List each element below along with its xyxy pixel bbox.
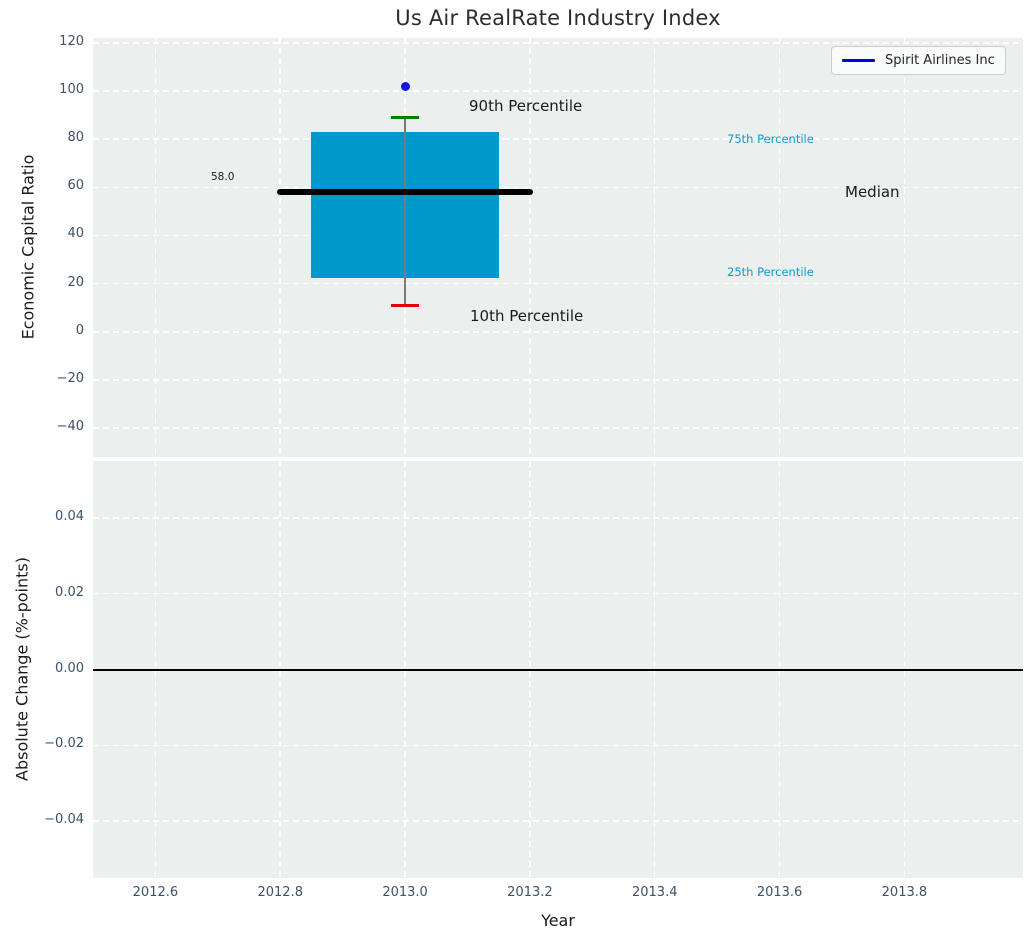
figure: Us Air RealRate Industry Index Economic …	[0, 0, 1034, 942]
h-gridline	[93, 517, 1023, 519]
h-gridline	[93, 138, 1023, 140]
h-gridline	[93, 234, 1023, 237]
p10-cap	[391, 303, 419, 307]
y-tick-label: −0.04	[44, 812, 84, 828]
annotation-75th-percentile: 75th Percentile	[727, 132, 814, 146]
y-tick-label: 100	[59, 81, 84, 97]
y-tick-label: 0.00	[55, 660, 84, 676]
v-gridline	[903, 38, 906, 457]
h-gridline	[93, 282, 1023, 285]
x-tick-label: 2013.6	[756, 885, 803, 900]
bottom-axes	[93, 461, 1023, 878]
v-gridline	[154, 38, 157, 457]
median-line	[277, 189, 534, 196]
x-tick-label: 2013.2	[507, 885, 553, 900]
y-tick-label: 0.04	[55, 508, 84, 524]
h-gridline	[93, 42, 1023, 44]
legend-label: Spirit Airlines Inc	[885, 53, 995, 68]
x-tick-label: 2013.4	[631, 885, 678, 900]
y-tick-label: 0	[75, 322, 84, 338]
y-tick-label: 60	[67, 178, 84, 194]
zero-line	[93, 668, 1023, 671]
x-tick-label: 2013.0	[382, 885, 428, 900]
h-gridline	[93, 592, 1023, 595]
annotation-median: Median	[845, 183, 900, 201]
chart-title: Us Air RealRate Industry Index	[395, 6, 721, 30]
v-gridline	[279, 38, 281, 457]
y-tick-label: 80	[67, 130, 84, 146]
annotation-10th-percentile: 10th Percentile	[470, 307, 584, 325]
company-point	[400, 81, 410, 91]
h-gridline	[93, 90, 1023, 92]
h-gridline	[93, 331, 1023, 333]
y-tick-label: −0.02	[44, 736, 84, 752]
y-tick-label: 120	[59, 33, 84, 49]
y-tick-label: 40	[67, 226, 84, 242]
annotation-25th-percentile: 25th Percentile	[727, 265, 814, 279]
y-tick-label: −40	[56, 419, 84, 435]
legend-line-swatch	[842, 59, 875, 62]
h-gridline	[93, 427, 1023, 429]
whisker-line	[404, 117, 406, 306]
x-tick-label: 2012.8	[257, 885, 303, 900]
v-gridline	[778, 38, 781, 457]
h-gridline	[93, 379, 1023, 381]
v-gridline	[653, 38, 656, 457]
p90-cap	[391, 115, 419, 119]
h-gridline	[93, 744, 1023, 747]
y-tick-label: 0.02	[55, 584, 84, 600]
y-tick-label: 20	[67, 274, 84, 290]
annotation-median-value: 58.0	[211, 171, 235, 183]
legend: Spirit Airlines Inc	[831, 46, 1006, 75]
x-axis-label: Year	[541, 911, 575, 930]
h-gridline	[93, 820, 1023, 822]
x-tick-label: 2013.8	[881, 885, 928, 900]
annotation-90th-percentile: 90th Percentile	[469, 97, 583, 115]
x-tick-label: 2012.6	[132, 885, 179, 900]
y-tick-label: −20	[56, 370, 84, 386]
